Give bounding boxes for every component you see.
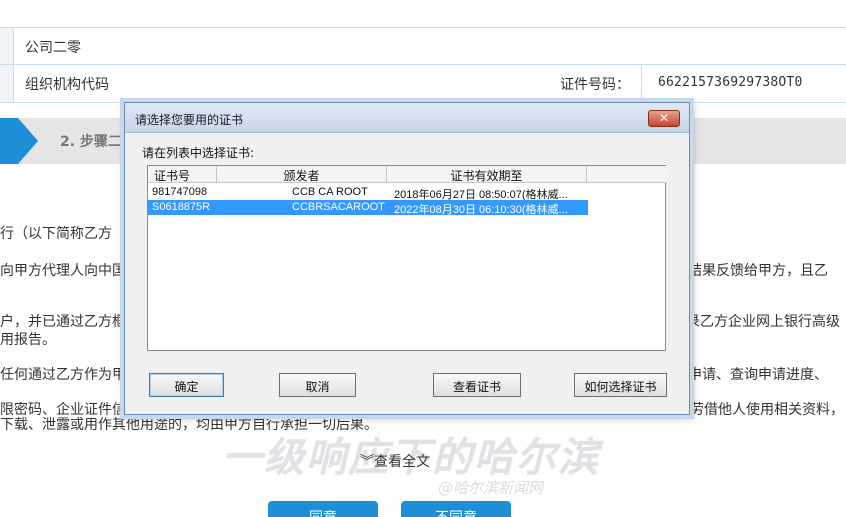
certificate-row-selected[interactable]: S0618875R CCBRSACAROOT 2022年08月30日 06:10…	[148, 200, 588, 216]
agreement-text-line: 询申请、查询申请进度、	[674, 367, 828, 383]
watermark-source: @哈尔滨新闻网	[438, 479, 544, 497]
dialog-titlebar[interactable]: 请选择您要用的证书 ✕	[125, 103, 689, 133]
view-all-label: 查看全文	[374, 454, 430, 470]
org-code-row: 组织机构代码 证件号码： 662215736929738OT0	[0, 65, 846, 103]
column-header-cert-number[interactable]: 证书号	[148, 166, 217, 183]
cert-number-label: 证件号码：	[560, 77, 630, 93]
agreement-text-line: 下载、泄露或用作其他用途的，均由甲方自行承担一切后果。	[0, 417, 378, 433]
ok-button[interactable]: 确定	[149, 373, 224, 397]
cell-divider	[641, 65, 642, 102]
column-header-empty[interactable]	[587, 166, 667, 183]
cancel-button[interactable]: 取消	[279, 373, 356, 397]
double-chevron-down-icon: ︾	[360, 454, 374, 470]
cert-number-cell: 981747098	[152, 186, 208, 198]
agreement-text-line: 用报告。	[0, 332, 56, 348]
disagree-button[interactable]: 不同意	[401, 501, 511, 517]
agree-button[interactable]: 同意	[268, 501, 378, 517]
step-arrow-icon	[18, 118, 38, 164]
agreement-text-line: 询结果反馈给甲方，且乙	[674, 263, 828, 279]
company-name: 公司二零	[25, 40, 81, 56]
row-left-cell	[0, 28, 14, 64]
step-active-segment	[0, 118, 18, 164]
how-to-choose-button[interactable]: 如何选择证书	[574, 373, 667, 397]
close-button[interactable]: ✕	[648, 110, 680, 127]
certificate-list[interactable]: 证书号 颁发者 证书有效期至 981747098 CCB CA ROOT 201…	[147, 165, 667, 351]
cert-number-value: 662215736929738OT0	[658, 75, 803, 90]
column-header-expiry[interactable]: 证书有效期至	[387, 166, 587, 183]
agreement-text-line: 任何通过乙方作为甲	[0, 367, 126, 383]
dialog-title: 请选择您要用的证书	[135, 113, 244, 127]
agreement-text-line: 劳借他人使用相关资料，	[690, 402, 844, 418]
certificate-select-dialog: 请选择您要用的证书 ✕ 请在列表中选择证书: 证书号 颁发者 证书有效期至 98…	[124, 102, 690, 415]
agreement-text-line: 行（以下简称乙方	[0, 226, 112, 242]
agreement-text-line: 向甲方代理人向中国	[0, 263, 126, 279]
close-icon: ✕	[658, 111, 670, 125]
column-header-issuer[interactable]: 颁发者	[217, 166, 387, 183]
certificate-row[interactable]: 981747098 CCB CA ROOT 2018年06月27日 08:50:…	[148, 185, 588, 201]
view-certificate-button[interactable]: 查看证书	[433, 373, 521, 397]
agreement-text-line: 户，并已通过乙方框	[0, 314, 126, 330]
org-code-label: 组织机构代码	[25, 77, 109, 93]
dialog-body: 请在列表中选择证书: 证书号 颁发者 证书有效期至 981747098 CCB …	[133, 133, 681, 408]
cert-number-cell: S0618875R	[152, 201, 211, 213]
company-row: 公司二零	[0, 27, 846, 65]
view-all-link[interactable]: ︾查看全文	[360, 451, 430, 471]
expiry-cell: 2022年08月30日 06:10:30(格林威...	[394, 204, 568, 216]
row-left-cell	[0, 65, 14, 102]
agreement-text-line: 录乙方企业网上银行高级	[686, 314, 840, 330]
dialog-instruction: 请在列表中选择证书:	[142, 146, 255, 160]
issuer-cell: CCB CA ROOT	[292, 186, 368, 198]
step-two-label: 2. 步骤二	[60, 134, 122, 150]
issuer-cell: CCBRSACAROOT	[292, 201, 385, 213]
